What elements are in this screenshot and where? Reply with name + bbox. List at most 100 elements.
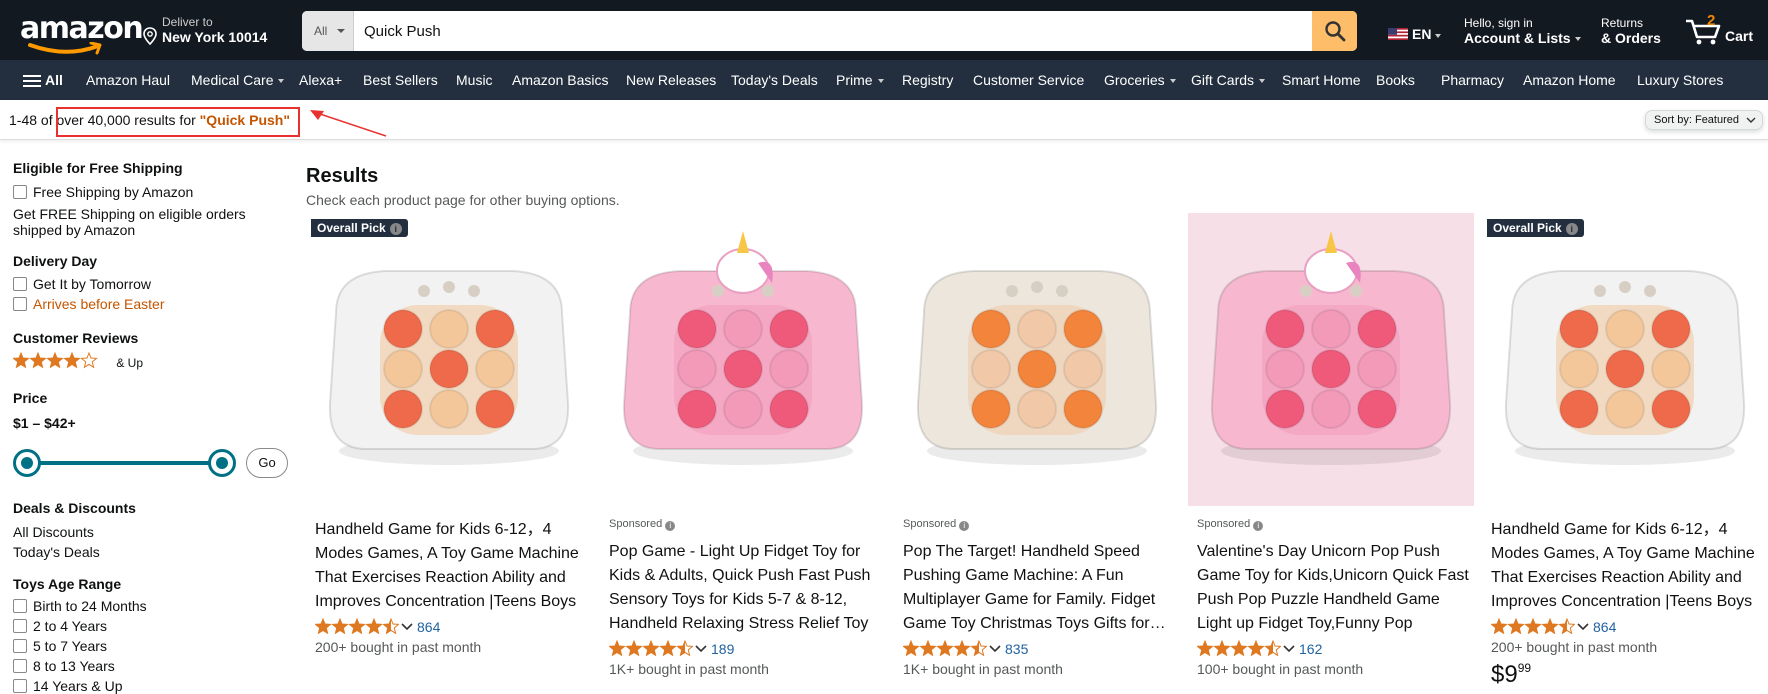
search-input[interactable] (354, 11, 1304, 51)
sort-dropdown[interactable]: Sort by: Featured (1645, 110, 1763, 130)
review-count[interactable]: 864 (417, 619, 440, 635)
info-icon[interactable]: i (665, 521, 676, 531)
info-icon[interactable]: i (1253, 521, 1264, 531)
product-image-illustration (1482, 213, 1768, 506)
cart-icon (1686, 19, 1721, 45)
checkbox-free-shipping[interactable]: Free Shipping by Amazon (13, 184, 193, 200)
account-menu[interactable]: Hello, sign in Account & Lists (1464, 16, 1581, 46)
nav-item-label: Books (1376, 72, 1415, 88)
nav-item-music[interactable]: Music (456, 72, 493, 88)
product-title[interactable]: Pop Game - Light Up Fidget Toy for Kids … (609, 540, 881, 636)
nav-item-registry[interactable]: Registry (902, 72, 953, 88)
price-go-button[interactable]: Go (246, 448, 288, 478)
info-icon[interactable]: i (959, 521, 970, 531)
search-button[interactable] (1312, 11, 1357, 51)
chevron-down-icon (989, 645, 1001, 653)
nav-item-pharmacy[interactable]: Pharmacy (1441, 72, 1504, 88)
product-image[interactable] (306, 213, 592, 506)
search-category-dropdown[interactable]: All (302, 11, 354, 51)
nav-item-label: Groceries (1104, 72, 1165, 88)
nav-item-customer-service[interactable]: Customer Service (973, 72, 1084, 88)
review-count[interactable]: 864 (1593, 619, 1616, 635)
product-rating[interactable]: 835 (903, 640, 1028, 657)
product-image[interactable] (1482, 213, 1768, 506)
filter-four-stars-up[interactable]: & Up (12, 351, 144, 375)
product-image[interactable] (894, 213, 1180, 506)
annotation-highlight-box (56, 107, 300, 137)
product-title[interactable]: Handheld Game for Kids 6-12，4 Modes Game… (315, 518, 587, 614)
deliver-label: Deliver to (162, 15, 213, 29)
checkbox-age-5-7[interactable]: 5 to 7 Years (13, 638, 107, 654)
free-shipping-note-2: shipped by Amazon (13, 222, 136, 238)
checkbox-icon (13, 599, 27, 613)
nav-all-menu[interactable]: All (23, 72, 63, 90)
info-icon[interactable]: i (389, 223, 402, 235)
checkbox-age-8-13[interactable]: 8 to 13 Years (13, 658, 115, 674)
checkbox-age-2-4[interactable]: 2 to 4 Years (13, 618, 107, 634)
star-rating-icon (903, 640, 987, 656)
sort-label: Sort by: (1654, 114, 1692, 126)
product-image[interactable] (1188, 213, 1474, 506)
product-image[interactable] (600, 213, 886, 506)
product-card[interactable]: Overall Pick i Handheld Game for Kids 6-1… (1482, 213, 1768, 688)
price-slider-min-handle[interactable] (13, 449, 41, 477)
nav-item-books[interactable]: Books (1376, 72, 1415, 88)
product-title[interactable]: Pop The Target! Handheld Speed Pushing G… (903, 540, 1175, 636)
product-card[interactable]: Sponsored i Pop The Target! Handheld Spee… (894, 213, 1180, 686)
product-title[interactable]: Valentine's Day Unicorn Pop Push Game To… (1197, 540, 1469, 636)
bought-past-month: 100+ bought in past month (1197, 661, 1364, 677)
checkbox-label: 5 to 7 Years (33, 638, 107, 654)
product-card[interactable]: Sponsored i Valentine's Day Unicorn Pop P… (1188, 213, 1474, 686)
nav-item-prime[interactable]: Prime (836, 72, 884, 88)
product-image-illustration (306, 213, 592, 506)
product-title[interactable]: Handheld Game for Kids 6-12，4 Modes Game… (1491, 518, 1763, 614)
chevron-down-icon (1283, 645, 1295, 653)
nav-item-alexa[interactable]: Alexa+ (299, 72, 342, 88)
product-rating[interactable]: 189 (609, 640, 734, 657)
info-icon[interactable]: i (1565, 223, 1578, 235)
review-count[interactable]: 189 (711, 641, 734, 657)
returns-orders[interactable]: Returns & Orders (1601, 16, 1661, 46)
nav-item-amazon-home[interactable]: Amazon Home (1523, 72, 1616, 88)
product-image-illustration (1188, 213, 1474, 506)
nav-item-new-releases[interactable]: New Releases (626, 72, 716, 88)
nav-item-label: Best Sellers (363, 72, 438, 88)
top-header: amazon Deliver to New York 10014 All Qui… (0, 0, 1768, 60)
checkbox-age-birth-24m[interactable]: Birth to 24 Months (13, 598, 147, 614)
nav-item-amazon-haul[interactable]: Amazon Haul (86, 72, 170, 88)
product-rating[interactable]: 162 (1197, 640, 1322, 657)
price-slider-track[interactable] (27, 461, 222, 465)
nav-item-smart-home[interactable]: Smart Home (1282, 72, 1361, 88)
deals-all-discounts[interactable]: All Discounts (13, 524, 94, 540)
nav-item-label: Today's Deals (731, 72, 818, 88)
deals-todays-deals[interactable]: Today's Deals (13, 544, 100, 560)
logo-wordmark: amazon (20, 11, 144, 46)
review-count[interactable]: 162 (1299, 641, 1322, 657)
cart-button[interactable]: 2 Cart (1685, 12, 1761, 48)
amazon-logo[interactable]: amazon (20, 12, 144, 55)
checkbox-icon (13, 639, 27, 653)
nav-item-label: Music (456, 72, 493, 88)
checkbox-icon (13, 277, 27, 291)
nav-item-luxury-stores[interactable]: Luxury Stores (1637, 72, 1723, 88)
price-slider-max-handle[interactable] (208, 449, 236, 477)
nav-item-best-sellers[interactable]: Best Sellers (363, 72, 438, 88)
nav-item-todays-deals[interactable]: Today's Deals (731, 72, 818, 88)
product-rating[interactable]: 864 (1491, 618, 1616, 635)
product-card[interactable]: Overall Pick i Handheld Game for Kids 6-1… (306, 213, 592, 686)
review-count[interactable]: 835 (1005, 641, 1028, 657)
checkbox-age-14-up[interactable]: 14 Years & Up (13, 678, 123, 694)
nav-item-gift-cards[interactable]: Gift Cards (1191, 72, 1266, 88)
annotation-arrow-icon (310, 110, 387, 137)
badge-label: Overall Pick (1493, 221, 1562, 235)
nav-item-amazon-basics[interactable]: Amazon Basics (512, 72, 608, 88)
filter-free-shipping-title: Eligible for Free Shipping (13, 160, 183, 176)
checkbox-before-easter[interactable]: Arrives before Easter (13, 296, 165, 312)
nav-item-medical-care[interactable]: Medical Care (191, 72, 285, 88)
nav-item-groceries[interactable]: Groceries (1104, 72, 1176, 88)
reviews-suffix: & Up (116, 356, 144, 370)
product-card[interactable]: Sponsored i Pop Game - Light Up Fidget To… (600, 213, 886, 686)
product-rating[interactable]: 864 (315, 618, 440, 635)
checkbox-tomorrow[interactable]: Get It by Tomorrow (13, 276, 151, 292)
orders-label: & Orders (1601, 30, 1661, 46)
